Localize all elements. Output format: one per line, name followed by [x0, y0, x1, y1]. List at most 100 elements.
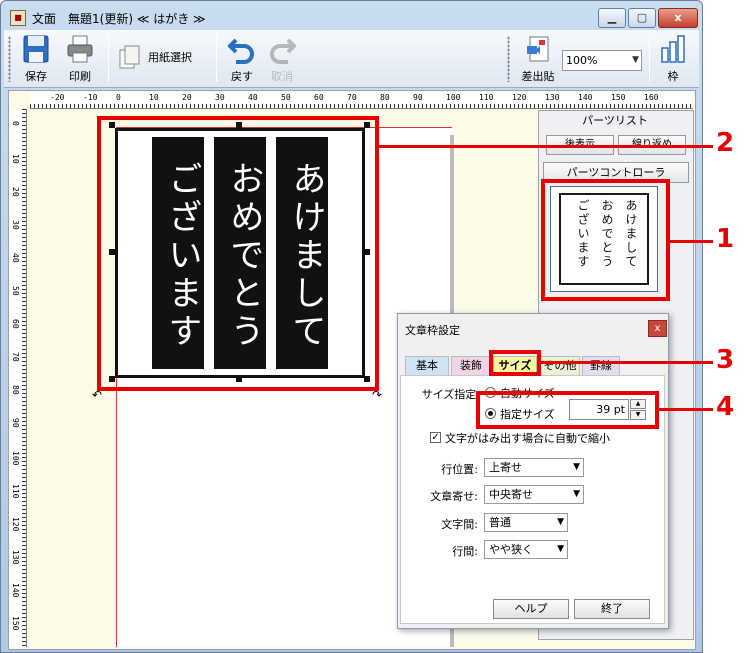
- save-icon: [23, 35, 49, 63]
- ruler-top-label: 70: [347, 93, 357, 102]
- finish-button[interactable]: 終了: [574, 599, 650, 619]
- paper-icon: [119, 45, 140, 69]
- toolbar: 保存 印刷 用紙選択 戻す 取消 差出貼 100% ▼ 枠: [4, 30, 699, 88]
- ruler-top-label: 150: [611, 93, 626, 102]
- ruler-top-label: 60: [314, 93, 324, 102]
- help-button[interactable]: ヘルプ: [493, 599, 569, 619]
- vertical-ruler: 0 10 20 30 40 50 60 70 80 90 100 110 120 130 140 150: [10, 109, 27, 647]
- tab-border[interactable]: 罫線: [582, 356, 620, 375]
- printer-icon: [67, 35, 93, 63]
- undo-arrow-icon: [228, 38, 254, 64]
- tab-basic[interactable]: 基本: [405, 356, 449, 375]
- title-bar[interactable]: ■ 文面 無題1(更新) ≪ はがき ≫ ▁ ▢ x: [4, 4, 699, 32]
- tab-decoration[interactable]: 装飾: [451, 356, 491, 375]
- ruler-left-label: 140: [11, 583, 20, 598]
- ruler-top-label: -10: [83, 93, 98, 102]
- callout-line-1: [670, 240, 713, 243]
- print-label: 印刷: [69, 70, 91, 83]
- callout-number-3: 3: [716, 345, 735, 375]
- ruler-top-label: 100: [446, 93, 461, 102]
- ruler-top-label: 160: [644, 93, 659, 102]
- callout-box-4: [476, 391, 659, 429]
- ruler-top-label: -20: [50, 93, 65, 102]
- paper-select-label: 用紙選択: [148, 51, 192, 64]
- chevron-down-icon: ▼: [573, 489, 580, 499]
- line-spacing-select[interactable]: やや狭く ▼: [484, 540, 568, 559]
- toolbar-grip[interactable]: [8, 36, 11, 82]
- size-spec-label: サイズ指定:: [421, 388, 480, 401]
- zoom-select[interactable]: 100% ▼: [562, 50, 642, 71]
- auto-shrink-label: 文字がはみ出す場合に自動で縮小: [445, 432, 610, 445]
- ruler-left-label: 70: [11, 352, 20, 362]
- save-label: 保存: [25, 70, 47, 83]
- print-button[interactable]: 印刷: [60, 34, 100, 86]
- undo-button[interactable]: 戻す: [222, 34, 262, 86]
- text-align-select[interactable]: 中央寄せ ▼: [484, 485, 584, 504]
- ruler-left-label: 40: [11, 253, 20, 263]
- redo-button[interactable]: 取消: [262, 34, 302, 86]
- sender-card-icon: [527, 36, 549, 62]
- ruler-top-label: 90: [413, 93, 423, 102]
- ruler-left-label: 10: [11, 154, 20, 164]
- close-button[interactable]: x: [658, 8, 698, 28]
- ruler-left-label: 20: [11, 187, 20, 197]
- ruler-left-label: 0: [11, 121, 20, 126]
- save-button[interactable]: 保存: [16, 34, 56, 86]
- ruler-top-label: 40: [248, 93, 258, 102]
- line-position-value: 上寄せ: [489, 461, 522, 474]
- ruler-left-label: 60: [11, 319, 20, 329]
- insert-sender-button[interactable]: 差出貼: [516, 34, 560, 86]
- dialog-close-button[interactable]: x: [648, 320, 667, 337]
- ruler-left-label: 130: [11, 550, 20, 565]
- callout-box-1: [541, 179, 670, 301]
- callout-number-4: 4: [716, 392, 735, 422]
- ruler-left-label: 90: [11, 418, 20, 428]
- ruler-top-label: 20: [182, 93, 192, 102]
- text-align-value: 中央寄せ: [489, 488, 533, 501]
- toolbar-separator: [108, 36, 109, 82]
- ruler-left-label: 80: [11, 385, 20, 395]
- callout-number-1: 1: [716, 224, 735, 254]
- ruler-top-label: 140: [578, 93, 593, 102]
- text-align-label: 文章寄せ:: [430, 490, 478, 503]
- insert-sender-label: 差出貼: [521, 70, 555, 83]
- ruler-top-label: 80: [380, 93, 390, 102]
- maximize-button[interactable]: ▢: [628, 8, 656, 28]
- horizontal-ruler: -20 -10 0 10 20 30 40 50 60 70 80 90 100 110 120 130 140…: [30, 92, 693, 109]
- bar-frame-icon: [661, 35, 685, 63]
- char-spacing-select[interactable]: 普通 ▼: [484, 513, 568, 532]
- callout-line-2: [379, 145, 713, 148]
- frame-label: 枠: [667, 70, 679, 83]
- paper-select-button[interactable]: 用紙選択: [116, 40, 208, 80]
- line-spacing-value: やや狭く: [489, 543, 533, 556]
- app-icon: ■: [10, 10, 26, 26]
- ruler-left-label: 120: [11, 517, 20, 532]
- frame-button[interactable]: 枠: [654, 34, 692, 86]
- ruler-left-label: 100: [11, 451, 20, 466]
- ruler-top-label: 10: [149, 93, 159, 102]
- tab-other[interactable]: その他: [540, 356, 580, 375]
- ruler-left-label: 110: [11, 484, 20, 499]
- chevron-down-icon: ▼: [632, 55, 639, 65]
- toolbar-separator: [649, 36, 650, 82]
- dialog-title: 文章枠設定: [405, 324, 460, 337]
- char-spacing-label: 文字間:: [441, 518, 478, 531]
- chevron-down-icon: ▼: [557, 544, 564, 554]
- line-position-label: 行位置:: [441, 463, 478, 476]
- line-position-select[interactable]: 上寄せ ▼: [484, 458, 584, 477]
- toolbar-grip[interactable]: [507, 36, 510, 82]
- callout-line-3: [541, 361, 713, 364]
- ruler-top-label: 0: [116, 93, 121, 102]
- ruler-top-label: 50: [281, 93, 291, 102]
- minimize-button[interactable]: ▁: [598, 8, 626, 28]
- callout-number-2: 2: [716, 128, 735, 158]
- zoom-value: 100%: [566, 54, 598, 67]
- callout-box-2: [97, 116, 379, 391]
- line-spacing-label: 行間:: [452, 545, 478, 558]
- callout-line-4: [659, 408, 713, 411]
- auto-shrink-checkbox[interactable]: ✓: [430, 432, 441, 443]
- ruler-left-label: 50: [11, 286, 20, 296]
- redo-arrow-icon: [270, 38, 296, 64]
- ruler-left-label: 30: [11, 220, 20, 230]
- char-spacing-value: 普通: [489, 516, 511, 529]
